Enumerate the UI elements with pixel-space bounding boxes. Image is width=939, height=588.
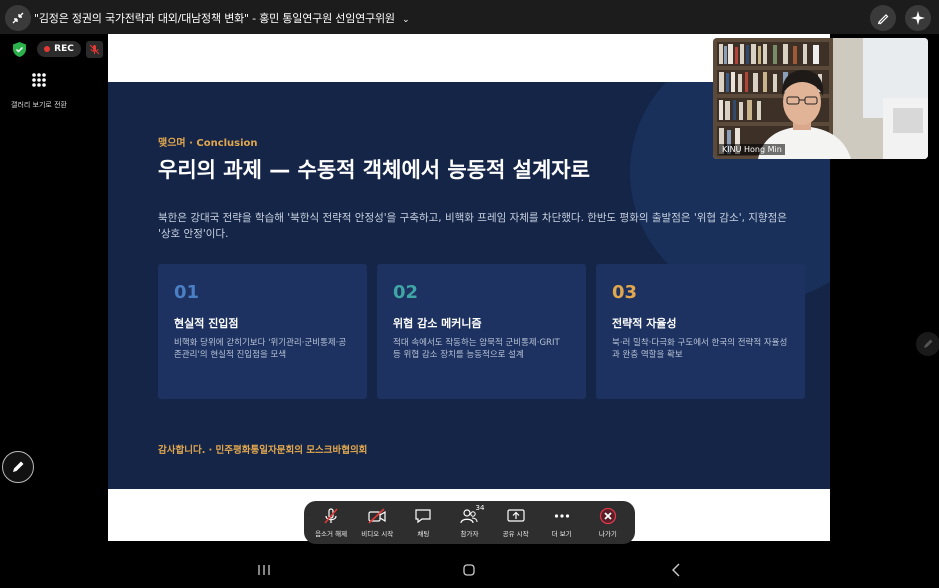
pencil-icon bbox=[13, 461, 24, 472]
home-button[interactable] bbox=[459, 560, 479, 580]
video-off-icon bbox=[368, 508, 386, 524]
mic-off-icon bbox=[89, 44, 100, 55]
leave-label: 나가기 bbox=[598, 530, 617, 538]
participants-button[interactable]: 34 참가자 bbox=[447, 504, 491, 538]
card-01: 01 현실적 진입점 비핵화 당위에 갇히기보다 '위기관리·군비통제·공존관리… bbox=[158, 264, 367, 399]
participant-name: KINU Hong Min bbox=[719, 144, 785, 155]
recent-apps-icon bbox=[258, 565, 270, 575]
pencil-icon bbox=[924, 339, 933, 348]
start-video-label: 비디오 시작 bbox=[361, 530, 394, 538]
more-dots-icon bbox=[554, 514, 569, 518]
unmute-label: 음소거 해제 bbox=[315, 530, 348, 538]
back-arrow-icon bbox=[672, 563, 680, 577]
participant-video-tile[interactable]: KINU Hong Min bbox=[713, 38, 928, 159]
slide-thanks: 감사합니다. · 민주평화통일자문회의 모스크바협의회 bbox=[158, 445, 368, 456]
meeting-toolbar: 음소거 해제 비디오 시작 채팅 34 참가자 공유 시작 더 보기 나가기 bbox=[304, 501, 635, 544]
leave-x-icon bbox=[599, 507, 617, 525]
chevron-down-icon[interactable]: ⌄ bbox=[402, 15, 410, 25]
security-shield-icon[interactable] bbox=[11, 41, 28, 58]
participant-video-image bbox=[713, 38, 928, 159]
annotate-button[interactable] bbox=[870, 5, 896, 31]
back-button[interactable] bbox=[666, 560, 686, 580]
share-screen-icon bbox=[507, 509, 525, 522]
recent-apps-button[interactable] bbox=[254, 560, 274, 580]
card-03: 03 전략적 자율성 북·러 밀착·다극화 구도에서 한국의 전략적 자율성과 … bbox=[596, 264, 805, 399]
pen-icon bbox=[878, 14, 889, 25]
share-button[interactable]: 공유 시작 bbox=[494, 507, 538, 538]
card-description: 적대 속에서도 작동하는 암묵적 군비통제·GRIT 등 위협 감소 장치를 능… bbox=[393, 338, 560, 360]
card-title: 위협 감소 메커니즘 bbox=[393, 317, 482, 330]
side-pen-button[interactable] bbox=[916, 332, 939, 356]
recording-badge[interactable]: REC bbox=[37, 41, 81, 57]
rec-label: REC bbox=[54, 44, 74, 54]
card-title: 현실적 진입점 bbox=[174, 317, 239, 330]
mic-muted-indicator bbox=[86, 41, 103, 58]
share-label: 공유 시작 bbox=[502, 530, 529, 538]
participants-label: 참가자 bbox=[460, 530, 479, 538]
card-number: 01 bbox=[174, 282, 200, 303]
sparkle-icon bbox=[911, 11, 925, 25]
ai-companion-button[interactable] bbox=[905, 5, 931, 31]
home-icon bbox=[463, 564, 475, 576]
more-button[interactable]: 더 보기 bbox=[540, 507, 584, 538]
zoom-meeting-screen: "김정은 정권의 국가전략과 대외/대남정책 변화" - 홍민 통일연구원 선임… bbox=[0, 0, 939, 588]
start-video-button[interactable]: 비디오 시작 bbox=[355, 507, 399, 538]
collapse-arrows-icon bbox=[12, 12, 24, 24]
slide-eyebrow: 맺으며 · Conclusion bbox=[158, 138, 258, 149]
card-number: 03 bbox=[612, 282, 638, 303]
card-description: 비핵화 당위에 갇히기보다 '위기관리·군비통제·공존관리'의 현실적 진입점을… bbox=[174, 338, 347, 360]
annotation-pen-button[interactable] bbox=[2, 451, 34, 483]
chat-button[interactable]: 채팅 bbox=[401, 507, 445, 538]
grid-icon bbox=[32, 73, 46, 87]
mic-off-icon bbox=[324, 508, 338, 524]
unmute-button[interactable]: 음소거 해제 bbox=[309, 507, 353, 538]
leave-button[interactable]: 나가기 bbox=[586, 507, 630, 538]
chat-label: 채팅 bbox=[417, 530, 430, 538]
meeting-title-text[interactable]: "김정은 정권의 국가전략과 대외/대남정책 변화" - 홍민 통일연구원 선임… bbox=[34, 12, 395, 25]
record-dot-icon bbox=[44, 46, 51, 52]
gallery-view-label: 갤러리 보기로 전환 bbox=[11, 101, 67, 109]
more-label: 더 보기 bbox=[551, 530, 572, 538]
chat-bubble-icon bbox=[415, 509, 431, 524]
participants-count: 34 bbox=[475, 504, 485, 512]
android-nav-bar bbox=[0, 550, 939, 588]
slide-heading: 우리의 과제 — 수동적 객체에서 능동적 설계자로 bbox=[158, 158, 590, 182]
gallery-view-button[interactable]: 갤러리 보기로 전환 bbox=[8, 72, 70, 110]
slide-description: 북한은 강대국 전략을 학습해 '북한식 전략적 안정성'을 구축하고, 비핵화… bbox=[158, 212, 787, 240]
minimize-button[interactable] bbox=[5, 5, 31, 31]
card-number: 02 bbox=[393, 282, 419, 303]
top-bar: "김정은 정권의 국가전략과 대외/대남정책 변화" - 홍민 통일연구원 선임… bbox=[0, 0, 939, 34]
card-description: 북·러 밀착·다극화 구도에서 한국의 전략적 자율성과 완충 역할을 확보 bbox=[612, 338, 788, 360]
card-title: 전략적 자율성 bbox=[612, 317, 677, 330]
meeting-title[interactable]: "김정은 정권의 국가전략과 대외/대남정책 변화" - 홍민 통일연구원 선임… bbox=[34, 10, 410, 26]
card-02: 02 위협 감소 메커니즘 적대 속에서도 작동하는 암묵적 군비통제·GRIT… bbox=[377, 264, 586, 399]
